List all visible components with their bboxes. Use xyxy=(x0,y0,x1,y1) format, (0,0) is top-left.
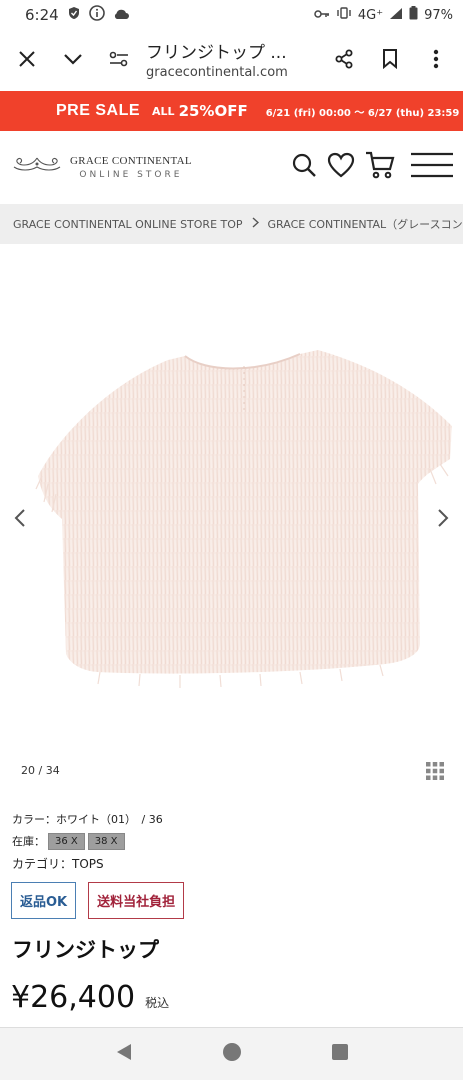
gallery-prev-button[interactable] xyxy=(0,496,40,540)
browser-toolbar: フリンジトップ ... gracecontinental.com xyxy=(0,30,463,88)
signal-icon xyxy=(389,7,403,24)
gallery-next-button[interactable] xyxy=(423,496,463,540)
logo-name: GRACE CONTINENTAL xyxy=(70,154,192,167)
key-icon xyxy=(314,8,330,23)
product-price: ¥26,400 xyxy=(11,980,136,1015)
chevron-down-icon[interactable] xyxy=(50,36,96,82)
chevron-left-icon xyxy=(14,509,25,527)
system-nav-bar xyxy=(0,1027,463,1080)
returns-ok-badge: 返品OK xyxy=(11,882,77,919)
back-icon[interactable] xyxy=(115,1043,133,1065)
breadcrumb: GRACE CONTINENTAL ONLINE STORE TOP GRACE… xyxy=(0,204,463,244)
product-info: カラー：ホワイト（01） / 36 在庫： 36 X 38 X カテゴリ：TOP… xyxy=(12,808,163,874)
breadcrumb-item-top[interactable]: GRACE CONTINENTAL ONLINE STORE TOP xyxy=(13,218,243,231)
page-info-icon[interactable] xyxy=(96,36,142,82)
page-title: フリンジトップ ... xyxy=(146,43,287,63)
product-image[interactable] xyxy=(0,244,463,754)
more-menu-icon[interactable] xyxy=(413,36,459,82)
logo-sub: ONLINE STORE xyxy=(79,169,183,180)
recents-icon[interactable] xyxy=(332,1044,349,1064)
cloud-icon xyxy=(113,6,129,24)
free-shipping-badge: 送料当社負担 xyxy=(88,882,185,919)
page-title-area[interactable]: フリンジトップ ... gracecontinental.com xyxy=(142,38,321,80)
stock-label: 在庫： xyxy=(12,835,45,848)
page-url: gracecontinental.com xyxy=(146,65,288,80)
bookmark-icon[interactable] xyxy=(367,36,413,82)
chevron-right-icon xyxy=(438,509,449,527)
close-icon[interactable] xyxy=(4,36,50,82)
status-bar: 6:24 4G⁺ 97% xyxy=(0,0,463,30)
product-name: フリンジトップ xyxy=(12,938,159,962)
status-time: 6:24 xyxy=(25,6,59,24)
color-line: カラー：ホワイト（01） / 36 xyxy=(12,813,163,826)
stock-size-38[interactable]: 38 X xyxy=(87,832,125,850)
info-icon xyxy=(88,5,105,25)
site-logo[interactable]: GRACE CONTINENTAL ONLINE STORE xyxy=(10,155,192,180)
sale-dates: 6/21 (fri) 00:00 ～ 6/27 (thu) 23:59 xyxy=(265,107,460,119)
home-icon[interactable] xyxy=(222,1042,242,1066)
breadcrumb-item-brand[interactable]: GRACE CONTINENTAL（グレースコンチネンタル） xyxy=(268,216,463,232)
hamburger-menu-icon[interactable] xyxy=(411,152,453,182)
sale-all: ALL xyxy=(152,104,175,118)
share-icon[interactable] xyxy=(321,36,367,82)
shield-icon xyxy=(67,6,81,24)
network-type: 4G⁺ xyxy=(357,7,384,23)
heart-icon[interactable] xyxy=(327,152,355,182)
site-header: GRACE CONTINENTAL ONLINE STORE xyxy=(0,131,463,203)
chevron-right-icon xyxy=(252,217,259,231)
battery-level: 97% xyxy=(424,7,453,23)
ornament-icon xyxy=(10,155,64,179)
sale-percent: 25%OFF xyxy=(178,102,248,120)
vibrate-icon xyxy=(336,7,352,23)
category-line: カテゴリ：TOPS xyxy=(12,856,104,871)
sale-banner[interactable]: PRE SALE ALL 25%OFF 6/21 (fri) 00:00 ～ 6… xyxy=(0,91,463,131)
product-tags: 返品OK 送料当社負担 xyxy=(11,882,185,919)
product-price-block: ¥26,400 税込 xyxy=(11,980,169,1015)
cart-icon[interactable] xyxy=(365,151,395,183)
battery-icon xyxy=(409,6,418,24)
sale-title: PRE SALE xyxy=(56,102,141,119)
grid-view-icon[interactable] xyxy=(426,762,444,784)
stock-size-36[interactable]: 36 X xyxy=(48,832,85,850)
search-icon[interactable] xyxy=(291,152,317,182)
tax-label: 税込 xyxy=(145,996,170,1010)
gallery-counter: 20 / 34 xyxy=(21,764,60,777)
